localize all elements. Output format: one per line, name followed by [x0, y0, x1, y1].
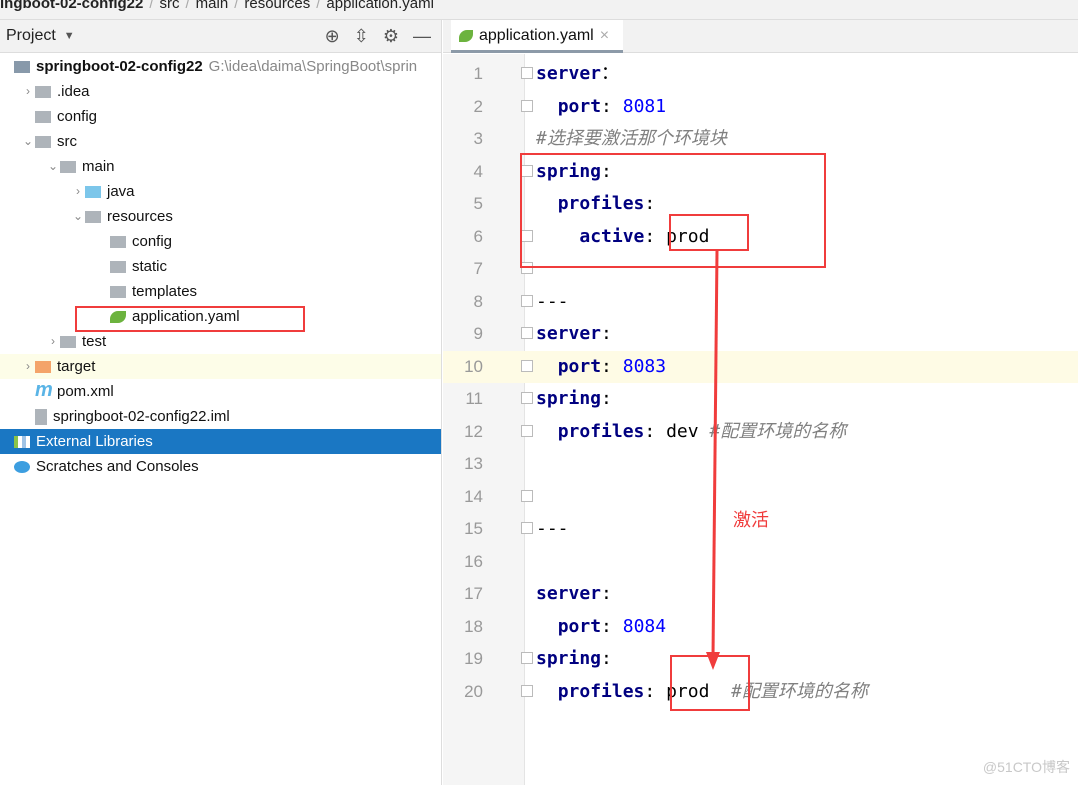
arrow-line	[711, 250, 719, 658]
arrow-head	[706, 652, 720, 670]
annotation-label: 激活	[733, 510, 769, 530]
arrow-annotation	[706, 250, 720, 670]
watermark: @51CTO博客	[982, 759, 1070, 775]
